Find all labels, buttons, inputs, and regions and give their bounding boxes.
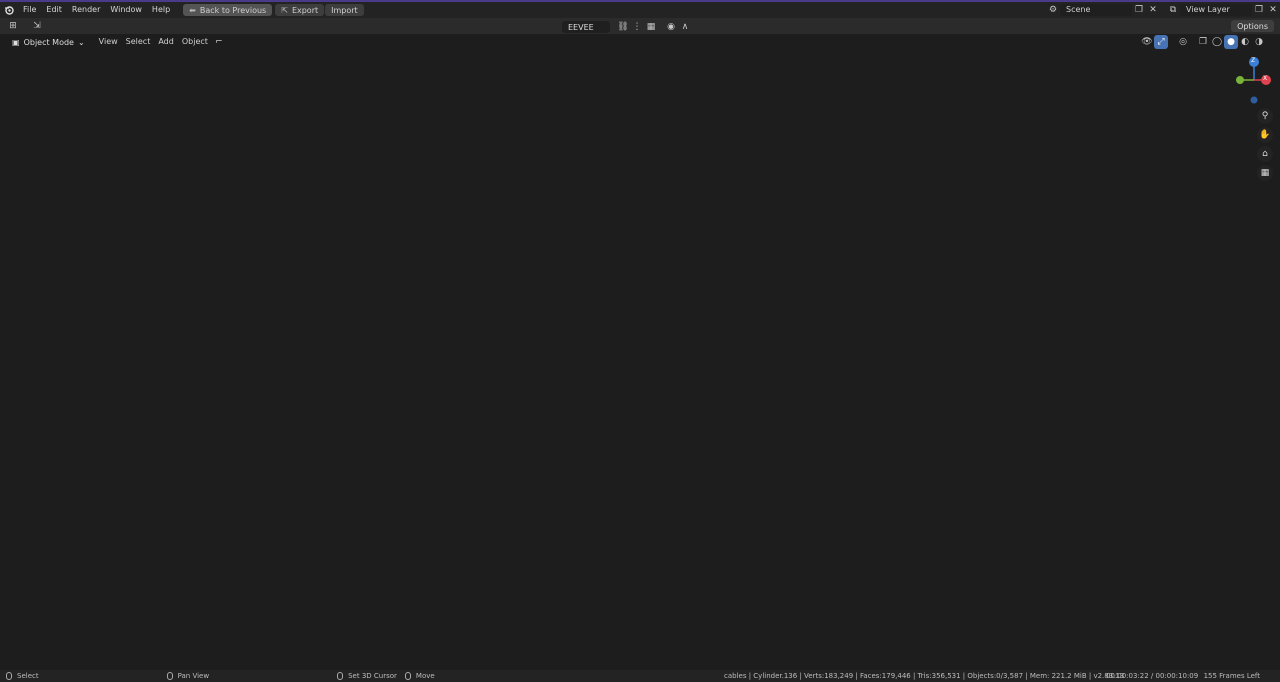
mouse-drag-icon xyxy=(404,672,411,680)
grid-icon[interactable]: ▦ xyxy=(1257,165,1273,181)
wireframe-shading-icon[interactable]: ◯ xyxy=(1210,35,1224,49)
scene-render xyxy=(0,18,1280,670)
select-tool-icon[interactable]: ⇲ xyxy=(30,19,44,33)
back-to-previous-label: Back to Previous xyxy=(199,5,267,15)
scene-statistics: cables | Cylinder.136 | Verts:183,249 | … xyxy=(724,672,1125,680)
object-mode-icon: ▣ xyxy=(12,37,20,47)
status-cursor-label: Set 3D Cursor xyxy=(348,672,397,680)
frames-left: 155 Frames Left xyxy=(1203,672,1260,680)
overlay-icon[interactable]: ◎ xyxy=(1176,35,1190,49)
top-menubar: File Edit Render Window Help ⬅ Back to P… xyxy=(0,0,1280,18)
mode-label: Object Mode xyxy=(23,37,74,47)
gizmo-toggle-icon[interactable]: ⤢ xyxy=(1154,35,1168,49)
xray-icon[interactable]: ❐ xyxy=(1196,35,1210,49)
mouse-right-icon xyxy=(337,672,344,680)
import-label: Import xyxy=(331,5,358,15)
scene-icon[interactable]: ⚙ xyxy=(1046,3,1060,17)
solid-shading-icon[interactable]: ● xyxy=(1224,35,1238,49)
proportional-edit-icon[interactable]: ◉ xyxy=(664,20,678,34)
status-bar: Select Pan View Set 3D Cursor Move cable… xyxy=(0,670,1280,682)
view-layer-icon[interactable]: ⧉ xyxy=(1166,3,1180,17)
new-scene-icon[interactable]: ❐ xyxy=(1132,3,1146,17)
menu-object[interactable]: Object xyxy=(178,35,212,49)
status-cursor-hint: Set 3D Cursor xyxy=(337,672,397,680)
menu-select[interactable]: Select xyxy=(122,35,155,49)
back-to-previous-button[interactable]: ⬅ Back to Previous xyxy=(183,4,273,16)
zoom-icon[interactable]: ⚲ xyxy=(1257,108,1273,124)
viewport-header: ▣ Object Mode ⌄ View Select Add Object ⌐… xyxy=(0,34,1280,50)
render-engine-label: EEVEE xyxy=(568,22,594,32)
menu-render[interactable]: Render xyxy=(67,2,105,18)
status-pan-hint: Pan View xyxy=(166,672,210,680)
rendered-shading-icon[interactable]: ◑ xyxy=(1252,35,1266,49)
chevron-down-icon: ⌄ xyxy=(77,37,85,47)
render-engine-dropdown[interactable]: EEVEE xyxy=(562,21,610,33)
gizmo-z-label: Z xyxy=(1251,57,1256,64)
navigation-gizmo[interactable]: Z X xyxy=(1232,56,1272,106)
menu-help[interactable]: Help xyxy=(147,2,175,18)
snap-grid-icon[interactable]: ▦ xyxy=(644,20,658,34)
blender-logo-icon[interactable] xyxy=(0,5,18,15)
playback-time: 00:00:03:22 / 00:00:10:09 xyxy=(1106,672,1199,680)
export-button[interactable]: ⇱ Export xyxy=(275,4,325,16)
mode-dropdown[interactable]: ▣ Object Mode ⌄ xyxy=(6,36,91,48)
menu-file[interactable]: File xyxy=(18,2,41,18)
menu-edit[interactable]: Edit xyxy=(41,2,67,18)
status-pan-label: Pan View xyxy=(177,672,210,680)
options-label: Options xyxy=(1237,21,1268,31)
material-shading-icon[interactable]: ◐ xyxy=(1238,35,1252,49)
mouse-middle-icon xyxy=(166,672,173,680)
scene-field[interactable]: Scene xyxy=(1060,4,1132,16)
link-icon[interactable]: ⛓ xyxy=(616,20,630,34)
editor-type-icon[interactable]: ⊞ xyxy=(6,19,20,33)
falloff-icon[interactable]: ∧ xyxy=(678,20,692,34)
close-view-layer-icon[interactable]: ✕ xyxy=(1266,3,1280,17)
scene-controls: ⚙ Scene ❐ ✕ ⧉ View Layer ❐ ✕ xyxy=(1046,2,1280,18)
menu-add[interactable]: Add xyxy=(154,35,178,49)
flywheel xyxy=(718,424,804,517)
new-view-layer-icon[interactable]: ❐ xyxy=(1252,3,1266,17)
pan-hand-icon[interactable]: ✋ xyxy=(1257,127,1273,143)
visibility-icon[interactable]: 👁 xyxy=(1140,35,1154,49)
view-layer-field[interactable]: View Layer xyxy=(1180,4,1252,16)
tool-header: ⊞ ⇲ EEVEE ⛓ ⋮ ▦ ◉ ∧ Options xyxy=(0,18,1280,34)
export-label: Export xyxy=(291,5,319,15)
menu-view[interactable]: View xyxy=(95,35,122,49)
camera-icon[interactable]: ⌂ xyxy=(1257,146,1273,162)
back-icon: ⬅ xyxy=(189,5,196,15)
status-move-hint: Move xyxy=(404,672,435,680)
transform-orientation-icon[interactable]: ⌐ xyxy=(212,35,226,49)
mouse-left-icon xyxy=(6,672,12,680)
status-move-label: Move xyxy=(415,672,435,680)
status-select-hint: Select xyxy=(6,672,39,680)
status-select-label: Select xyxy=(17,672,39,680)
close-scene-icon[interactable]: ✕ xyxy=(1146,3,1160,17)
3d-viewport[interactable] xyxy=(0,18,1280,670)
gizmo-x-label: X xyxy=(1263,75,1268,82)
export-icon: ⇱ xyxy=(281,5,288,15)
menu-window[interactable]: Window xyxy=(105,2,147,18)
snap-icon[interactable]: ⋮ xyxy=(630,20,644,34)
options-dropdown[interactable]: Options xyxy=(1231,20,1274,32)
import-button[interactable]: Import xyxy=(325,4,364,16)
